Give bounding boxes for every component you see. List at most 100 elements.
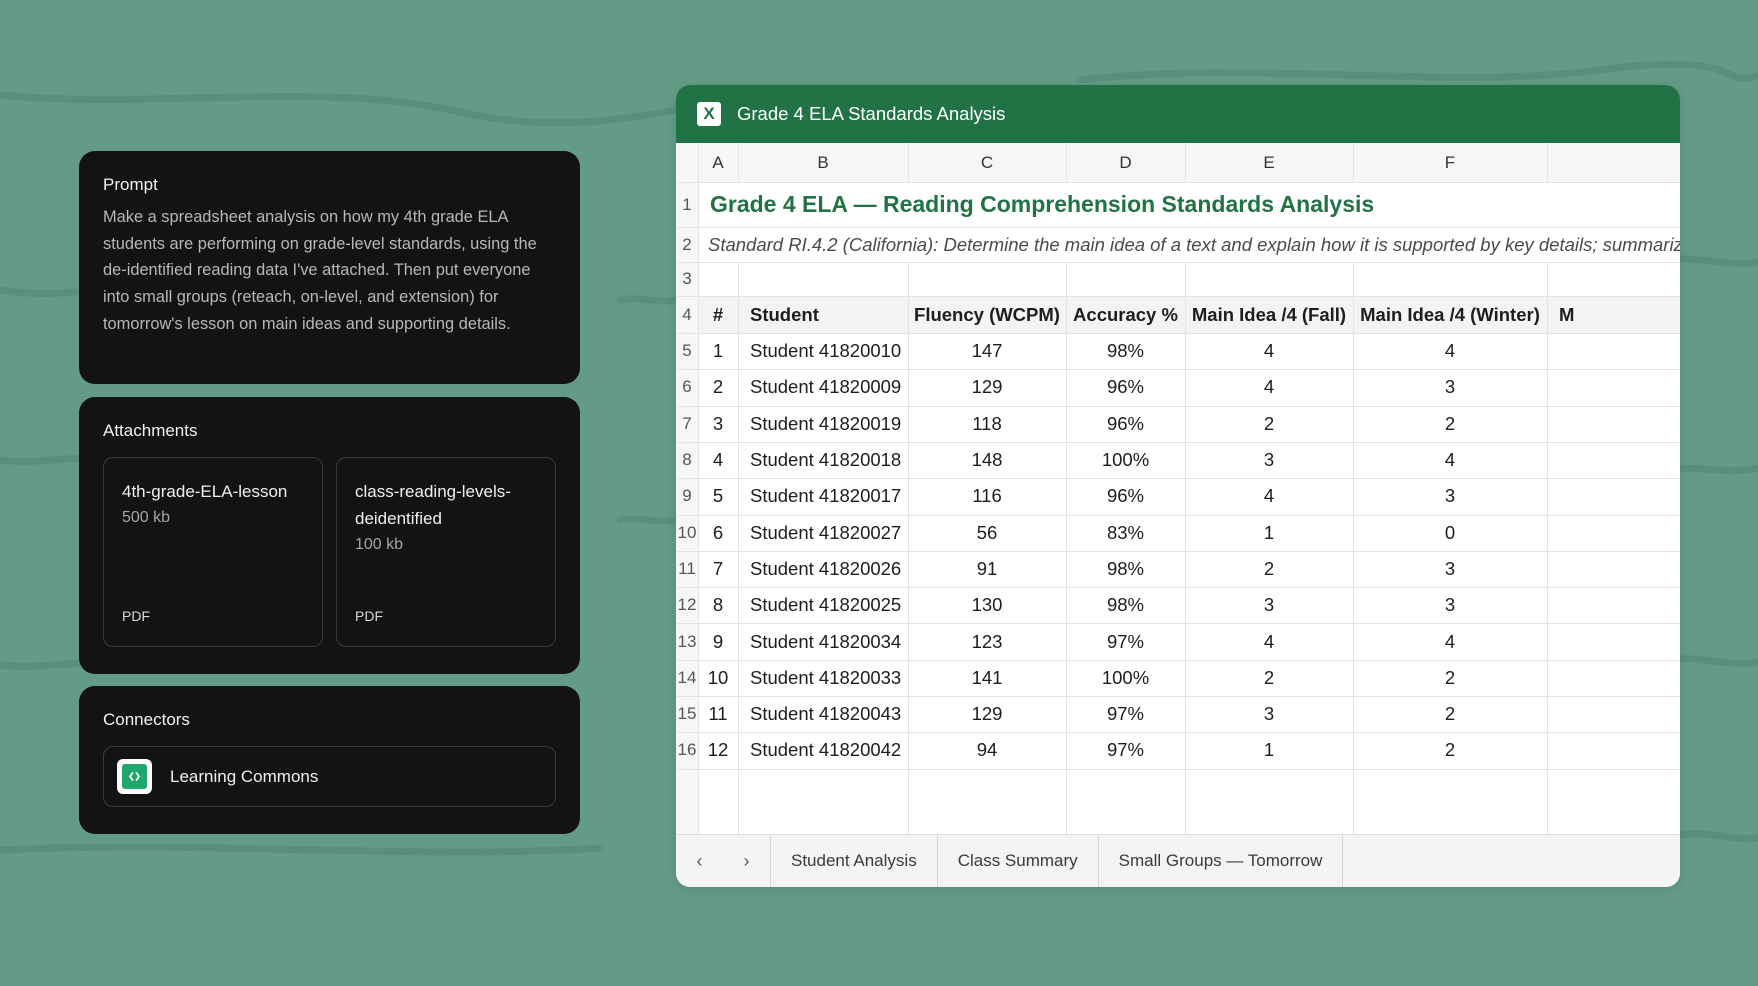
- cell-accuracy[interactable]: 83%: [1066, 515, 1185, 551]
- cell-main-idea-fall[interactable]: 2: [1185, 406, 1353, 442]
- cell-fluency[interactable]: 94: [908, 732, 1066, 768]
- cell-accuracy[interactable]: 98%: [1066, 551, 1185, 587]
- cell-number[interactable]: 5: [698, 478, 738, 514]
- column-title[interactable]: Student: [738, 296, 908, 333]
- cell-main-idea-fall[interactable]: 4: [1185, 369, 1353, 405]
- attachment-size: 500 kb: [122, 509, 171, 526]
- cell-number[interactable]: 8: [698, 587, 738, 623]
- cell-accuracy[interactable]: 96%: [1066, 369, 1185, 405]
- cell-main-idea-winter[interactable]: 3: [1353, 478, 1547, 514]
- cell-main-idea-fall[interactable]: 4: [1185, 333, 1353, 369]
- cell-number[interactable]: 10: [698, 660, 738, 696]
- cell-main-idea-winter[interactable]: 3: [1353, 587, 1547, 623]
- cell-accuracy[interactable]: 98%: [1066, 587, 1185, 623]
- cell-fluency[interactable]: 123: [908, 623, 1066, 659]
- cell-main-idea-fall[interactable]: 4: [1185, 623, 1353, 659]
- cell-main-idea-fall[interactable]: 4: [1185, 478, 1353, 514]
- cell-main-idea-fall[interactable]: 2: [1185, 660, 1353, 696]
- prev-sheet-button[interactable]: ‹: [676, 835, 723, 887]
- next-sheet-button[interactable]: ›: [723, 835, 770, 887]
- cell-fluency[interactable]: 56: [908, 515, 1066, 551]
- cell-main-idea-fall[interactable]: 3: [1185, 442, 1353, 478]
- attachment-name: 4th-grade-ELA-lesson: [122, 482, 288, 501]
- attachment-card-reading-levels[interactable]: class-reading-levels-deidentified 100 kb…: [336, 457, 556, 647]
- column-title[interactable]: Main Idea /4 (Winter): [1353, 296, 1547, 333]
- cell-student[interactable]: Student 41820034: [738, 623, 908, 659]
- cell-student[interactable]: Student 41820025: [738, 587, 908, 623]
- cell-student[interactable]: Student 41820026: [738, 551, 908, 587]
- cell-main-idea-winter[interactable]: 0: [1353, 515, 1547, 551]
- sheet-title[interactable]: Grade 4 ELA — Reading Comprehension Stan…: [698, 182, 1680, 227]
- column-title[interactable]: Main Idea /4 (Fall): [1185, 296, 1353, 333]
- cell-main-idea-fall[interactable]: 2: [1185, 551, 1353, 587]
- cell-number[interactable]: 4: [698, 442, 738, 478]
- cell-student[interactable]: Student 41820010: [738, 333, 908, 369]
- cell-fluency[interactable]: 91: [908, 551, 1066, 587]
- cell-main-idea-winter[interactable]: 2: [1353, 406, 1547, 442]
- cell-main-idea-winter[interactable]: 3: [1353, 369, 1547, 405]
- attachment-card-lesson[interactable]: 4th-grade-ELA-lesson 500 kb PDF: [103, 457, 323, 647]
- cell-fluency[interactable]: 130: [908, 587, 1066, 623]
- cell-main-idea-winter[interactable]: 4: [1353, 333, 1547, 369]
- cell-main-idea-winter[interactable]: 4: [1353, 442, 1547, 478]
- cell-accuracy[interactable]: 97%: [1066, 623, 1185, 659]
- column-header[interactable]: E: [1185, 143, 1353, 182]
- cell-fluency[interactable]: 129: [908, 696, 1066, 732]
- column-title[interactable]: Accuracy %: [1066, 296, 1185, 333]
- cell-accuracy[interactable]: 100%: [1066, 442, 1185, 478]
- cell-student[interactable]: Student 41820042: [738, 732, 908, 768]
- attachment-type: PDF: [122, 608, 150, 624]
- column-header[interactable]: F: [1353, 143, 1547, 182]
- cell-number[interactable]: 3: [698, 406, 738, 442]
- cell-number[interactable]: 11: [698, 696, 738, 732]
- column-title[interactable]: #: [698, 296, 738, 333]
- cell-accuracy[interactable]: 96%: [1066, 406, 1185, 442]
- cell-main-idea-fall[interactable]: 3: [1185, 696, 1353, 732]
- cell-main-idea-winter[interactable]: 2: [1353, 660, 1547, 696]
- cell-number[interactable]: 1: [698, 333, 738, 369]
- tab-class-summary[interactable]: Class Summary: [938, 835, 1099, 887]
- column-header[interactable]: A: [698, 143, 738, 182]
- column-header[interactable]: D: [1066, 143, 1185, 182]
- cell-student[interactable]: Student 41820033: [738, 660, 908, 696]
- cell-student[interactable]: Student 41820027: [738, 515, 908, 551]
- cell-student[interactable]: Student 41820009: [738, 369, 908, 405]
- column-title[interactable]: M: [1547, 296, 1680, 333]
- column-header[interactable]: B: [738, 143, 908, 182]
- cell-main-idea-winter[interactable]: 4: [1353, 623, 1547, 659]
- cell-number[interactable]: 9: [698, 623, 738, 659]
- cell-fluency[interactable]: 141: [908, 660, 1066, 696]
- cell-accuracy[interactable]: 97%: [1066, 696, 1185, 732]
- cell-accuracy[interactable]: 100%: [1066, 660, 1185, 696]
- row-number: 13: [677, 631, 697, 651]
- cell-fluency[interactable]: 148: [908, 442, 1066, 478]
- cell-student[interactable]: Student 41820017: [738, 478, 908, 514]
- cell-fluency[interactable]: 118: [908, 406, 1066, 442]
- cell-accuracy[interactable]: 98%: [1066, 333, 1185, 369]
- column-header[interactable]: C: [908, 143, 1066, 182]
- cell-fluency[interactable]: 116: [908, 478, 1066, 514]
- spreadsheet-grid[interactable]: A B C D E F 1 2 3 4 Grade 4 ELA — Reading Comprehe…: [676, 143, 1680, 835]
- cell-accuracy[interactable]: 96%: [1066, 478, 1185, 514]
- cell-main-idea-winter[interactable]: 3: [1353, 551, 1547, 587]
- cell-student[interactable]: Student 41820043: [738, 696, 908, 732]
- cell-main-idea-fall[interactable]: 1: [1185, 515, 1353, 551]
- cell-student[interactable]: Student 41820018: [738, 442, 908, 478]
- cell-main-idea-winter[interactable]: 2: [1353, 732, 1547, 768]
- column-title[interactable]: Fluency (WCPM): [908, 296, 1066, 333]
- cell-student[interactable]: Student 41820019: [738, 406, 908, 442]
- standard-description[interactable]: Standard RI.4.2 (California): Determine …: [698, 227, 1680, 262]
- cell-number[interactable]: 12: [698, 732, 738, 768]
- cell-main-idea-fall[interactable]: 1: [1185, 732, 1353, 768]
- cell-number[interactable]: 7: [698, 551, 738, 587]
- cell-accuracy[interactable]: 97%: [1066, 732, 1185, 768]
- cell-fluency[interactable]: 147: [908, 333, 1066, 369]
- tab-student-analysis[interactable]: Student Analysis: [770, 835, 938, 887]
- cell-number[interactable]: 2: [698, 369, 738, 405]
- cell-main-idea-winter[interactable]: 2: [1353, 696, 1547, 732]
- cell-number[interactable]: 6: [698, 515, 738, 551]
- connector-learning-commons[interactable]: Learning Commons: [103, 746, 556, 807]
- cell-main-idea-fall[interactable]: 3: [1185, 587, 1353, 623]
- tab-small-groups[interactable]: Small Groups — Tomorrow: [1099, 835, 1344, 887]
- cell-fluency[interactable]: 129: [908, 369, 1066, 405]
